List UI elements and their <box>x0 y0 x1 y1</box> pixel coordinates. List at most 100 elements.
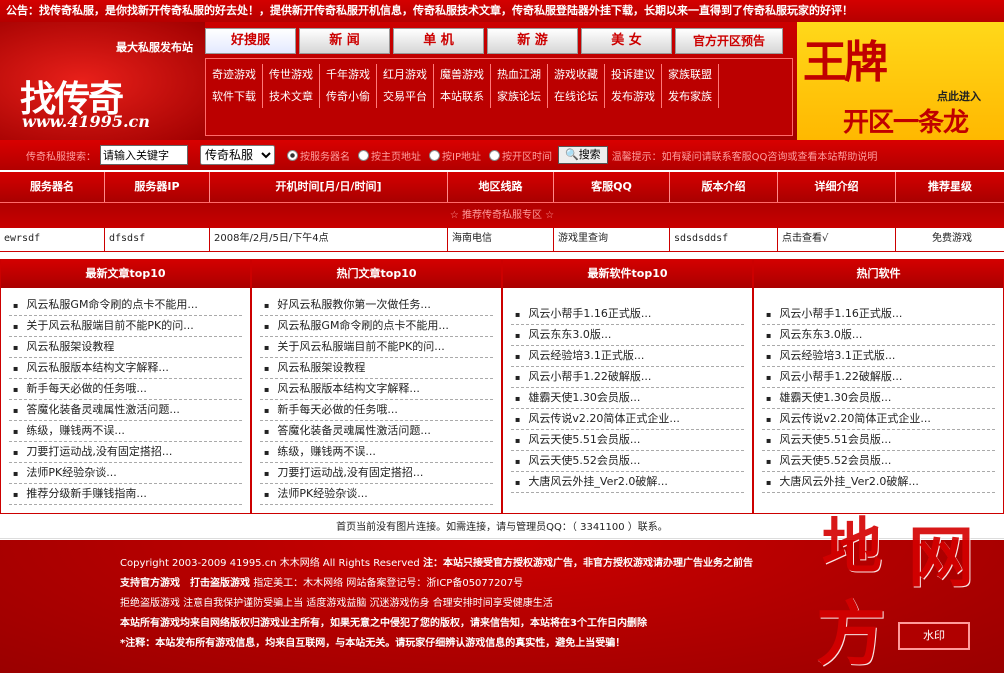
list-item[interactable]: 关于风云私服端目前不能PK的问... <box>260 337 493 358</box>
tab-new-games[interactable]: 新 游 <box>487 28 578 54</box>
list-item[interactable]: 风云天使5.51会员版... <box>511 430 744 451</box>
list-item[interactable]: 风云私服GM命令刷的点卡不能用... <box>9 295 242 316</box>
quick-link[interactable]: 传世游戏 <box>263 64 320 86</box>
list-item[interactable]: 新手每天必做的任务哦... <box>260 400 493 421</box>
search-button[interactable]: 🔍搜索 <box>557 146 608 164</box>
tab-single[interactable]: 单 机 <box>393 28 484 54</box>
list-item[interactable]: 练级，赚钱两不误... <box>260 442 493 463</box>
col-server-name: 服务器名 <box>0 172 105 202</box>
cell-server-name: ewrsdf <box>0 228 105 251</box>
search-label: 传奇私服搜索： <box>26 151 96 163</box>
list-item[interactable]: 风云传说v2.20简体正式企业... <box>762 409 995 430</box>
list-item[interactable]: 刀要打运动战,没有固定搭招... <box>260 463 493 484</box>
ad-subtitle: 开区一条龙 <box>843 108 969 138</box>
search-category-select[interactable]: 传奇私服 <box>200 145 275 165</box>
watermark-char: 方 <box>816 592 886 675</box>
quick-link[interactable]: 技术文章 <box>263 86 320 108</box>
quick-link[interactable]: 投诉建议 <box>605 64 662 86</box>
quick-link[interactable]: 发布游戏 <box>605 86 662 108</box>
quick-link[interactable]: 传奇小偷 <box>320 86 377 108</box>
ad-title: 王牌 <box>803 37 888 88</box>
quick-link[interactable]: 家族论坛 <box>491 86 548 108</box>
logo-slogan: 最大私服发布站 <box>116 41 193 54</box>
radio-icon <box>429 149 440 161</box>
list-item[interactable]: 雄霸天使1.30会员版... <box>511 388 744 409</box>
quick-link[interactable]: 家族联盟 <box>662 64 719 86</box>
tab-beauty[interactable]: 美 女 <box>581 28 672 54</box>
list-item[interactable]: 风云经验培3.1正式版... <box>511 346 744 367</box>
quick-link[interactable]: 热血江湖 <box>491 64 548 86</box>
list-item[interactable]: 答魔化装备灵魂属性激活问题... <box>9 400 242 421</box>
list-item[interactable]: 风云私服架设教程 <box>9 337 242 358</box>
col-version: 版本介绍 <box>670 172 778 202</box>
table-header: 服务器名 服务器IP 开机时间[月/日/时间] 地区线路 客服QQ 版本介绍 详… <box>0 172 1004 202</box>
list-item[interactable]: 风云私服架设教程 <box>260 358 493 379</box>
list-item[interactable]: 风云东东3.0版... <box>762 325 995 346</box>
quick-link[interactable]: 奇迹游戏 <box>206 64 263 86</box>
header: 最大私服发布站 找传奇 www.41995.cn 好搜服 新 闻 单 机 新 游… <box>0 22 1004 140</box>
cell-detail-link[interactable]: 点击查看√ <box>778 228 896 251</box>
search-button-label: 搜索 <box>578 148 601 161</box>
quick-link[interactable]: 红月游戏 <box>377 64 434 86</box>
list-item[interactable]: 风云私服GM命令刷的点卡不能用... <box>260 316 493 337</box>
tab-news[interactable]: 新 闻 <box>299 28 390 54</box>
list-item[interactable]: 风云天使5.52会员版... <box>511 451 744 472</box>
latest-software-panel: 最新软件top10 风云小帮手1.16正式版... 风云东东3.0版... 风云… <box>502 259 753 514</box>
list-item[interactable]: 关于风云私服端目前不能PK的问... <box>9 316 242 337</box>
quick-link[interactable]: 交易平台 <box>377 86 434 108</box>
col-qq: 客服QQ <box>554 172 670 202</box>
list-item[interactable]: 法师PK经验杂谈... <box>260 484 493 505</box>
panel-title: 热门文章top10 <box>252 260 501 288</box>
list-item[interactable]: 新手每天必做的任务哦... <box>9 379 242 400</box>
list-item[interactable]: 风云小帮手1.22破解版... <box>762 367 995 388</box>
cell-version: sdsdsddsf <box>670 228 778 251</box>
list-item[interactable]: 风云东东3.0版... <box>511 325 744 346</box>
list-item[interactable]: 练级，赚钱两不误... <box>9 421 242 442</box>
hot-articles-panel: 热门文章top10 好风云私服教你第一次做任务... 风云私服GM命令刷的点卡不… <box>251 259 502 514</box>
list-item[interactable]: 风云天使5.52会员版... <box>762 451 995 472</box>
radio-by-time[interactable]: 按开区时间 <box>488 148 552 163</box>
list-item[interactable]: 大唐风云外挂_Ver2.0破解... <box>762 472 995 493</box>
list-item[interactable]: 风云私服版本结构文字解释... <box>9 358 242 379</box>
notice-label: 公告：找传奇私服，是你找新开传奇私服的好去处！，提供新开传奇私服开机信息，传奇私… <box>6 4 853 17</box>
cell-region: 海南电信 <box>448 228 554 251</box>
list-item[interactable]: 风云天使5.51会员版... <box>762 430 995 451</box>
radio-by-ip[interactable]: 按IP地址 <box>429 148 481 163</box>
list-item[interactable]: 风云小帮手1.22破解版... <box>511 367 744 388</box>
quick-link[interactable]: 发布家族 <box>662 86 719 108</box>
copyright: Copyright 2003-2009 41995.cn 木木网络 All Ri… <box>120 558 420 569</box>
cell-server-ip: dfsdsf <box>105 228 210 251</box>
site-logo[interactable]: 最大私服发布站 找传奇 www.41995.cn <box>0 22 205 140</box>
list-item[interactable]: 风云小帮手1.16正式版... <box>511 304 744 325</box>
list-item[interactable]: 风云私服版本结构文字解释... <box>260 379 493 400</box>
list-item[interactable]: 雄霸天使1.30会员版... <box>762 388 995 409</box>
quick-link[interactable]: 魔兽游戏 <box>434 64 491 86</box>
cell-qq: 游戏里查询 <box>554 228 670 251</box>
list-item[interactable]: 刀要打运动战,没有固定搭招... <box>9 442 242 463</box>
watermark: 地 网 方 水印 <box>812 498 1002 675</box>
quick-link[interactable]: 游戏收藏 <box>548 64 605 86</box>
list-item[interactable]: 好风云私服教你第一次做任务... <box>260 295 493 316</box>
list-item[interactable]: 风云小帮手1.16正式版... <box>762 304 995 325</box>
radio-by-homepage[interactable]: 按主页地址 <box>358 148 421 163</box>
search-input[interactable] <box>100 145 188 165</box>
tab-haosoufu[interactable]: 好搜服 <box>205 28 296 54</box>
radio-by-name[interactable]: 按服务器名 <box>287 148 350 163</box>
list-item[interactable]: 法师PK经验杂谈... <box>9 463 242 484</box>
panel-title: 热门软件 <box>754 260 1003 288</box>
main-nav-tabs: 好搜服 新 闻 单 机 新 游 美 女 官方开区预告 <box>205 28 786 54</box>
quick-link[interactable]: 软件下载 <box>206 86 263 108</box>
quick-link[interactable]: 千年游戏 <box>320 64 377 86</box>
list-item[interactable]: 推荐分级新手赚钱指南... <box>9 484 242 505</box>
list-item[interactable]: 风云经验培3.1正式版... <box>762 346 995 367</box>
list-item[interactable]: 答魔化装备灵魂属性激活问题... <box>260 421 493 442</box>
ad-banner[interactable]: 王牌 点此进入 开区一条龙 <box>797 22 1004 140</box>
hot-software-panel: 热门软件 风云小帮手1.16正式版... 风云东东3.0版... 风云经验培3.… <box>753 259 1004 514</box>
quick-links-panel: 奇迹游戏 传世游戏 千年游戏 红月游戏 魔兽游戏 热血江湖 游戏收藏 投诉建议 … <box>205 58 793 136</box>
quick-link[interactable]: 本站联系 <box>434 86 491 108</box>
list-item[interactable]: 大唐风云外挂_Ver2.0破解... <box>511 472 744 493</box>
quick-link[interactable]: 在线论坛 <box>548 86 605 108</box>
list-item[interactable]: 风云传说v2.20简体正式企业... <box>511 409 744 430</box>
table-row: ewrsdf dfsdsf 2008年/2月/5日/下午4点 海南电信 游戏里查… <box>0 228 1004 252</box>
tab-official-preview[interactable]: 官方开区预告 <box>675 28 783 54</box>
